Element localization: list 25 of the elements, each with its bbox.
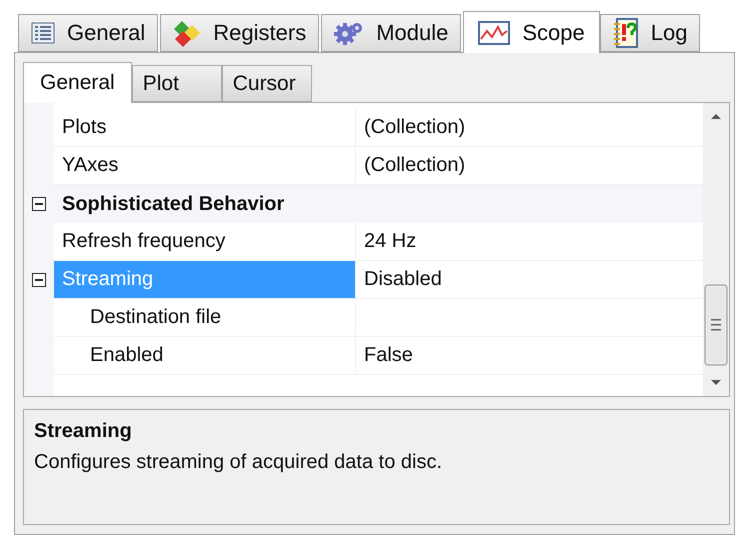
tab[interactable]: Module <box>321 14 462 52</box>
collapse-icon[interactable] <box>32 273 46 287</box>
collapse-icon[interactable] <box>32 197 46 211</box>
tab[interactable]: Registers <box>160 14 320 52</box>
gear-icon <box>334 20 364 46</box>
property-name[interactable]: Refresh frequency <box>54 223 356 261</box>
tab[interactable]: Log <box>600 14 700 52</box>
scrollbar[interactable] <box>703 103 729 396</box>
property-name[interactable]: Destination file <box>54 299 356 337</box>
tab[interactable]: Scope <box>463 11 600 53</box>
property-name[interactable]: YAxes <box>54 147 356 185</box>
tab[interactable]: Plot <box>132 65 222 102</box>
tab[interactable]: Cursor <box>222 65 312 102</box>
category-header[interactable]: Sophisticated Behavior <box>54 185 703 223</box>
description-text: Configures streaming of acquired data to disc. <box>34 451 443 474</box>
property-value[interactable]: False <box>356 337 703 375</box>
property-name[interactable]: Enabled <box>54 337 356 375</box>
diamonds-icon <box>173 19 202 47</box>
notebook-icon <box>612 18 639 48</box>
property-name[interactable]: Plots <box>54 109 356 147</box>
list-icon <box>31 22 55 44</box>
chart-icon <box>478 20 510 44</box>
tab[interactable]: General <box>23 62 132 103</box>
description-title: Streaming <box>34 420 133 443</box>
tab[interactable]: General <box>18 14 158 52</box>
